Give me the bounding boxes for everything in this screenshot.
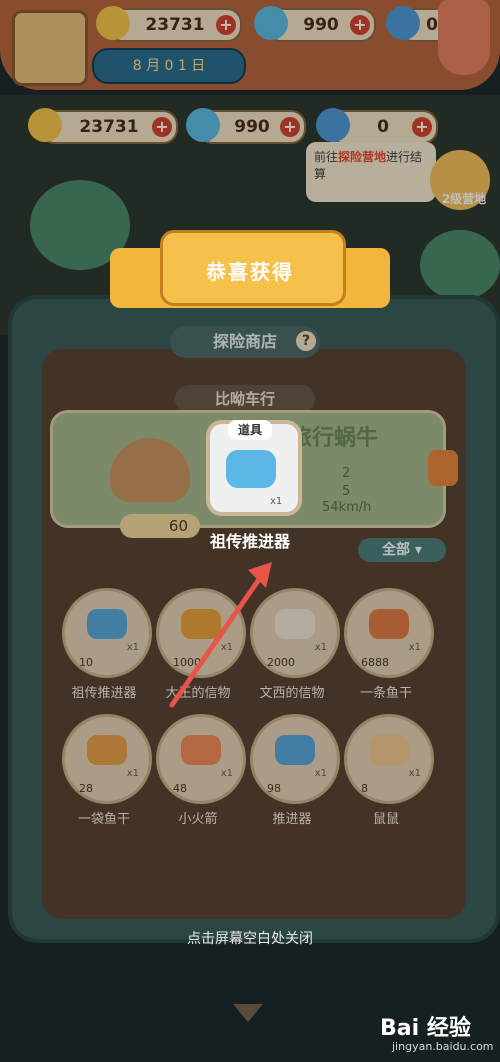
- annotation-arrow: [169, 562, 272, 708]
- watermark-logo: Bai 经验: [380, 1016, 471, 1041]
- watermark-url: jingyan.baidu.com: [392, 1040, 494, 1053]
- down-arrow-icon[interactable]: [233, 1004, 263, 1022]
- close-hint: 点击屏幕空白处关闭: [187, 931, 313, 947]
